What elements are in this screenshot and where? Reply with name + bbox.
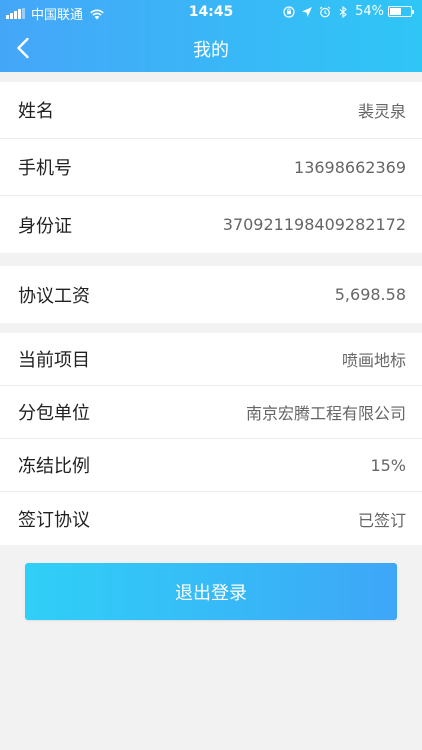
page-title: 我的 <box>193 40 229 61</box>
location-icon <box>302 6 313 17</box>
row-project: 当前项目 喷画地标 <box>0 333 422 386</box>
orientation-lock-icon <box>283 5 295 18</box>
row-label: 身份证 <box>18 215 72 237</box>
battery-percent: 54% <box>355 4 384 19</box>
row-label: 手机号 <box>18 158 72 179</box>
row-value: 喷画地标 <box>341 351 406 370</box>
row-id-card: 身份证 370921198409282172 <box>0 196 422 253</box>
row-label: 签订协议 <box>18 509 90 531</box>
bluetooth-icon <box>339 5 347 18</box>
row-name: 姓名 裴灵泉 <box>0 82 422 139</box>
salary-group: 协议工资 5,698.58 <box>0 266 422 323</box>
status-right: 54% <box>277 4 414 19</box>
row-value: 已签订 <box>357 510 406 530</box>
row-label: 分包单位 <box>18 403 90 424</box>
row-value: 裴灵泉 <box>357 102 406 121</box>
row-value: 370921198409282172 <box>222 215 406 234</box>
status-bar: 中国联通 14:45 54% <box>0 0 422 24</box>
logout-button[interactable]: 退出登录 <box>25 563 397 620</box>
row-freeze-ratio: 冻结比例 15% <box>0 439 422 492</box>
row-subcontractor: 分包单位 南京宏腾工程有限公司 <box>0 386 422 439</box>
row-value: 15% <box>370 455 406 475</box>
row-label: 姓名 <box>18 101 54 122</box>
row-value: 南京宏腾工程有限公司 <box>245 404 406 423</box>
row-label: 冻结比例 <box>18 456 90 477</box>
header: 中国联通 14:45 54% 我的 <box>0 0 422 72</box>
battery-icon <box>388 6 414 17</box>
project-group: 当前项目 喷画地标 分包单位 南京宏腾工程有限公司 冻结比例 15% 签订协议 … <box>0 333 422 545</box>
row-salary: 协议工资 5,698.58 <box>0 266 422 323</box>
row-value: 13698662369 <box>294 157 406 177</box>
alarm-icon <box>319 5 331 17</box>
row-phone: 手机号 13698662369 <box>0 139 422 196</box>
row-label: 当前项目 <box>18 350 90 371</box>
profile-info-group: 姓名 裴灵泉 手机号 13698662369 身份证 3709211984092… <box>0 82 422 253</box>
row-value: 5,698.58 <box>334 285 406 304</box>
row-label: 协议工资 <box>18 285 90 307</box>
row-agreement: 签订协议 已签订 <box>0 492 422 545</box>
